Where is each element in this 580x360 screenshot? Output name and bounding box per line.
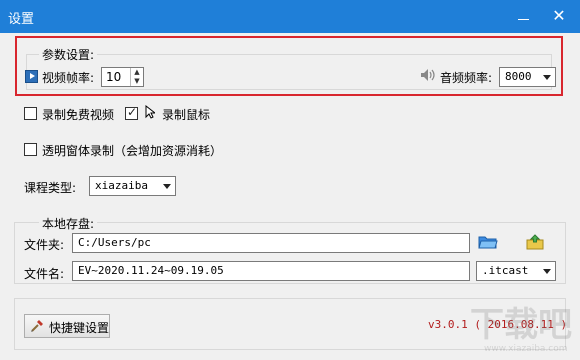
fps-value: 10: [106, 70, 122, 84]
video-icon: [25, 70, 38, 83]
filename-label: 文件名:: [24, 267, 65, 281]
chevron-down-icon: [543, 269, 551, 274]
transparent-window-checkbox[interactable]: [24, 143, 37, 156]
record-mouse-label: 录制鼠标: [162, 108, 211, 122]
hotkey-icon: [30, 319, 44, 336]
audio-rate-value: 8000: [505, 70, 532, 83]
folder-label: 文件夹:: [24, 238, 65, 252]
minimize-icon: [518, 19, 529, 20]
hotkey-button-label: 快捷键设置: [49, 321, 110, 335]
course-type-select[interactable]: xiazaiba: [89, 176, 176, 196]
storage-group-label: 本地存盘:: [39, 215, 98, 232]
title-bar: 设置 ✕: [0, 0, 580, 33]
course-type-value: xiazaiba: [95, 179, 148, 192]
window-title: 设置: [8, 12, 35, 27]
watermark-url: www.xiazaiba.com: [484, 344, 568, 354]
record-mouse-checkbox[interactable]: [125, 105, 138, 120]
spin-down-icon[interactable]: ▼: [131, 77, 143, 86]
filename-input[interactable]: EV~2020.11.24~09.19.05: [72, 261, 470, 281]
spin-up-icon[interactable]: ▲: [131, 68, 143, 77]
fps-spinbox[interactable]: 10 ▲ ▼: [101, 67, 144, 87]
filename-value: EV~2020.11.24~09.19.05: [78, 264, 224, 277]
settings-panel: 参数设置: 视频帧率: 10 ▲ ▼ 音频频率: 8000 录制免费视频 录制鼠…: [0, 33, 580, 360]
cursor-icon: [145, 104, 157, 122]
params-group-label: 参数设置:: [39, 46, 98, 63]
folder-input[interactable]: C:/Users/pc: [72, 233, 470, 253]
free-video-label: 录制免费视频: [42, 108, 115, 122]
hotkey-settings-button[interactable]: 快捷键设置: [24, 314, 110, 338]
folder-value: C:/Users/pc: [78, 236, 151, 249]
chevron-down-icon: [163, 184, 171, 189]
audio-rate-select[interactable]: 8000: [499, 67, 556, 87]
extension-select[interactable]: .itcast: [476, 261, 556, 281]
audio-rate-label: 音频频率:: [440, 71, 493, 85]
export-folder-icon[interactable]: [526, 234, 544, 253]
transparent-window-label: 透明窗体录制（会增加资源消耗）: [42, 144, 223, 158]
watermark: 下载吧 www.xiazaiba.com: [470, 305, 575, 355]
close-button[interactable]: ✕: [549, 6, 569, 26]
watermark-text: 下载吧: [470, 305, 572, 345]
course-type-label: 课程类型:: [24, 181, 77, 195]
free-video-checkbox[interactable]: [24, 107, 37, 120]
chevron-down-icon: [543, 75, 551, 80]
extension-value: .itcast: [482, 264, 529, 277]
fps-label: 视频帧率:: [42, 71, 95, 85]
minimize-button[interactable]: [514, 6, 534, 26]
speaker-icon: [420, 68, 436, 85]
open-folder-icon[interactable]: [478, 234, 498, 253]
